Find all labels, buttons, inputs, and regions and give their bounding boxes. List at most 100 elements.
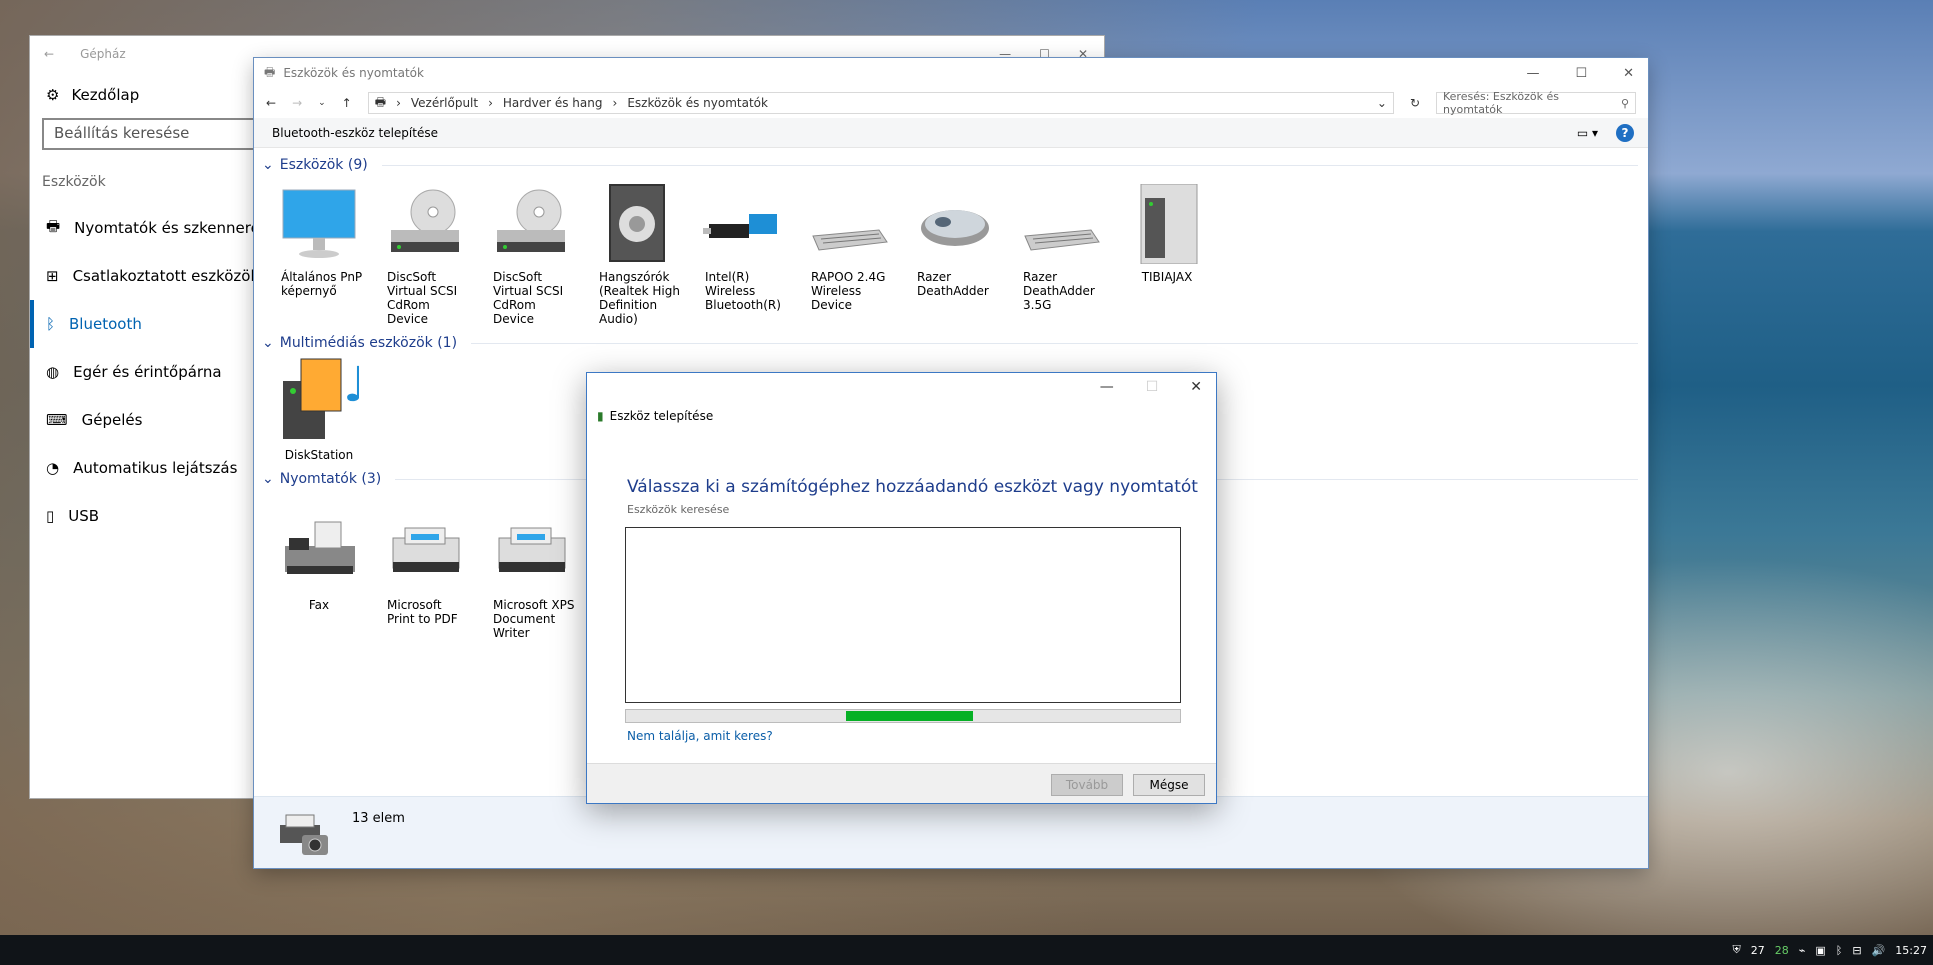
bluetooth-adapter-icon	[701, 178, 785, 270]
device-label: RAPOO 2.4G Wireless Device	[811, 270, 886, 312]
device-label: TIBIAJAX	[1141, 270, 1193, 284]
usb-icon: ▯	[46, 507, 55, 525]
ethernet-icon[interactable]: ⊟	[1852, 944, 1861, 957]
device-item[interactable]: DiscSoft Virtual SCSI CdRom Device	[478, 178, 584, 326]
defender-icon[interactable]: ⛨	[1732, 943, 1740, 957]
cd-drive-icon	[383, 178, 467, 270]
system-tray: ⛨ 27 28 ⌁ ▣ ᛒ ⊟ 🔊 15:27	[1732, 935, 1927, 965]
device-label: DiscSoft Virtual SCSI CdRom Device	[493, 270, 564, 326]
device-item[interactable]: Fax	[266, 506, 372, 640]
command-bar: Bluetooth-eszköz telepítése ▭ ▾ ?	[254, 118, 1648, 148]
dialog-subheading: Eszközök keresése	[627, 503, 730, 516]
keyboard-icon	[1019, 178, 1103, 270]
device-item[interactable]: RAPOO 2.4G Wireless Device	[796, 178, 902, 326]
device-label: Razer DeathAdder	[917, 270, 989, 298]
chevron-down-icon: ⌄	[262, 335, 274, 351]
minimize-icon[interactable]: —	[1100, 379, 1114, 395]
explorer-title: Eszközök és nyomtatók	[283, 66, 424, 80]
refresh-icon[interactable]: ↻	[1410, 96, 1420, 110]
device-label: Intel(R) Wireless Bluetooth(R)	[705, 270, 781, 312]
device-item[interactable]: TIBIAJAX	[1114, 178, 1220, 326]
device-item[interactable]: DiscSoft Virtual SCSI CdRom Device	[372, 178, 478, 326]
breadcrumb-item[interactable]: Eszközök és nyomtatók	[627, 96, 768, 110]
close-icon[interactable]: ✕	[1190, 379, 1202, 395]
minimize-icon[interactable]: —	[1526, 66, 1539, 81]
tray-counter-1[interactable]: 27	[1751, 944, 1765, 957]
explorer-search-input[interactable]: Keresés: Eszközök és nyomtatók ⚲	[1436, 90, 1636, 116]
back-arrow-icon[interactable]: ←	[44, 47, 54, 61]
device-label: Fax	[308, 598, 330, 612]
autoplay-icon: ◔	[46, 459, 60, 477]
device-item[interactable]: Microsoft Print to PDF	[372, 506, 478, 640]
device-label: Általános PnP képernyő	[281, 270, 363, 298]
window-controls: — ☐ ✕	[1526, 66, 1648, 81]
chevron-down-icon[interactable]: ⌄	[1377, 96, 1393, 110]
clock[interactable]: 15:27	[1895, 944, 1927, 957]
dialog-heading: Válassza ki a számítógéphez hozzáadandó …	[627, 477, 1198, 497]
not-found-link[interactable]: Nem találja, amit keres?	[627, 729, 773, 743]
settings-search-input[interactable]: Beállítás keresése	[42, 118, 282, 150]
devices-printers-icon: 🖶	[264, 64, 276, 79]
sidebar-item-label: Nyomtatók és szkennerek	[74, 219, 269, 237]
settings-title: Gépház	[80, 47, 126, 61]
cancel-button[interactable]: Mégse	[1133, 774, 1205, 796]
device-label: Razer DeathAdder 3.5G	[1023, 270, 1095, 312]
dialog-header: ▮ Eszköz telepítése	[597, 409, 713, 423]
device-item[interactable]: Hangszórók (Realtek High Definition Audi…	[584, 178, 690, 326]
device-item[interactable]: Intel(R) Wireless Bluetooth(R)	[690, 178, 796, 326]
help-icon[interactable]: ?	[1616, 123, 1634, 142]
item-count: 13 elem	[352, 811, 405, 826]
fax-icon	[277, 506, 361, 598]
sidebar-item-label: Gépelés	[81, 411, 143, 429]
device-item[interactable]: Általános PnP képernyő	[266, 178, 372, 326]
device-label: DiskStation	[284, 448, 354, 462]
device-item[interactable]: Microsoft XPS Document Writer	[478, 506, 584, 640]
explorer-search-placeholder: Keresés: Eszközök és nyomtatók	[1443, 90, 1559, 116]
nas-media-icon: ♪	[277, 356, 361, 448]
breadcrumb-item[interactable]: Hardver és hang	[503, 96, 603, 110]
group-title: Nyomtatók (3)	[279, 471, 382, 487]
volume-icon[interactable]: 🔊	[1872, 944, 1886, 957]
bluetooth-icon[interactable]: ᛒ	[1836, 944, 1843, 957]
device-item[interactable]: Razer DeathAdder	[902, 178, 1008, 326]
group-devices-header[interactable]: ⌄ Eszközök (9)	[254, 152, 1648, 178]
sidebar-item-label: Csatlakoztatott eszközök	[72, 267, 260, 285]
group-multimedia-header[interactable]: ⌄ Multimédiás eszközök (1)	[254, 330, 1648, 356]
devices-list: Általános PnP képernyő DiscSoft Virtual S…	[254, 178, 1648, 326]
up-arrow-icon[interactable]: ↑	[342, 96, 352, 110]
monitor-icon	[277, 178, 361, 270]
dialog-window-controls: — ☐ ✕	[1086, 373, 1216, 401]
next-button: Tovább	[1051, 774, 1123, 796]
status-bar: 13 elem	[254, 796, 1648, 868]
close-icon[interactable]: ✕	[1623, 66, 1634, 81]
breadcrumb-item[interactable]: Vezérlőpult	[411, 96, 478, 110]
sidebar-item-label: USB	[68, 507, 100, 525]
sidebar-item-label: Bluetooth	[69, 315, 142, 333]
dialog-title: Eszköz telepítése	[609, 409, 714, 423]
search-icon: ⚲	[1620, 96, 1629, 110]
app-tray-icon[interactable]: ▣	[1815, 944, 1825, 957]
recent-chevron-icon[interactable]: ⌄	[318, 98, 326, 108]
back-arrow-icon[interactable]: ←	[266, 96, 276, 110]
explorer-titlebar: 🖶 Eszközök és nyomtatók — ☐ ✕	[254, 58, 1648, 88]
forward-arrow-icon[interactable]: →	[292, 96, 302, 110]
device-results-list[interactable]	[625, 527, 1181, 703]
device-item[interactable]: Razer DeathAdder 3.5G	[1008, 178, 1114, 326]
printer-icon	[383, 506, 467, 598]
address-bar[interactable]: 🖶 › Vezérlőpult › Hardver és hang › Eszközö…	[367, 92, 1394, 114]
bluetooth-icon: ᛒ	[46, 315, 56, 333]
chevron-down-icon: ⌄	[262, 471, 274, 487]
camera-printer-icon	[274, 811, 332, 857]
add-device-dialog: — ☐ ✕ ▮ Eszköz telepítése Válassza ki a …	[586, 372, 1217, 804]
gear-icon: ⚙	[46, 86, 60, 104]
group-title: Eszközök (9)	[279, 157, 368, 173]
network-icon[interactable]: ⌁	[1799, 944, 1806, 957]
tray-counter-2[interactable]: 28	[1775, 944, 1789, 957]
add-bluetooth-button[interactable]: Bluetooth-eszköz telepítése	[272, 126, 438, 140]
device-item[interactable]: ♪ DiskStation	[266, 356, 372, 462]
maximize-icon[interactable]: ☐	[1575, 66, 1587, 81]
view-options-icon[interactable]: ▭ ▾	[1577, 126, 1598, 140]
keyboard-icon: ⌨	[46, 411, 68, 429]
progress-fill	[846, 711, 973, 721]
explorer-navbar: ← → ⌄ ↑ 🖶 › Vezérlőpult › Hardver és hang ›…	[254, 88, 1648, 118]
